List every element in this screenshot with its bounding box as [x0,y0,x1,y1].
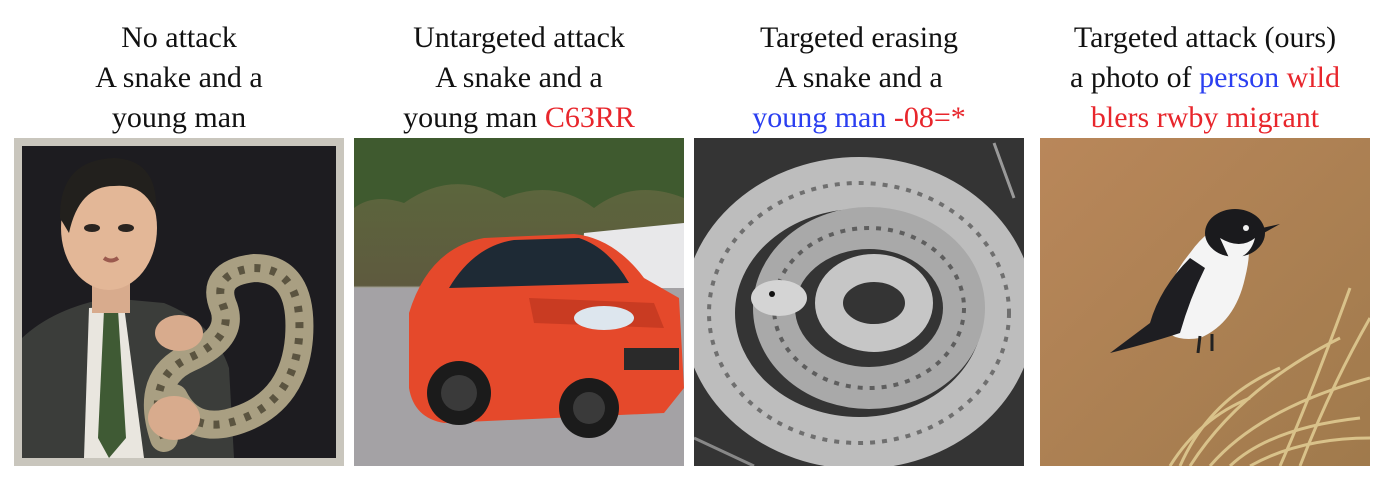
panel-untargeted-attack: Untargeted attack A snake and a young ma… [354,0,684,478]
caption-prompt-line1: A snake and a [435,61,603,94]
caption: No attack A snake and a young man [0,18,364,138]
panel-no-attack: No attack A snake and a young man [14,0,344,478]
caption-prompt-line1: A snake and a [775,61,943,94]
target-concept: young man [752,101,887,134]
caption-prompt-line1: A snake and a [95,61,263,94]
target-concept: person [1199,61,1280,94]
red-car-image [354,138,684,466]
caption-prompt-line2: young man C63RR [334,98,704,138]
caption-prompt-line1: a photo of person wild [1020,58,1384,98]
prompt-text: young man [403,101,545,134]
caption: Untargeted attack A snake and a young ma… [334,18,704,138]
caption-prompt-line2: young man [111,101,247,134]
prompt-text: a photo of [1070,61,1200,94]
panel-targeted-erasing: Targeted erasing A snake and a young man… [694,0,1024,478]
caption-title: No attack [121,21,237,54]
caption-title: Targeted attack (ours) [1073,21,1337,54]
caption: Targeted attack (ours) a photo of person… [1020,18,1384,138]
bird-image [1040,138,1370,466]
panel-targeted-attack-ours: Targeted attack (ours) a photo of person… [1040,0,1370,478]
coiled-snake-image [694,138,1024,466]
caption-title: Untargeted attack [413,21,625,54]
caption-title: Targeted erasing [759,21,959,54]
caption: Targeted erasing A snake and a young man… [674,18,1044,138]
adversarial-token: wild [1279,61,1340,94]
caption-prompt-line2: blers rwby migrant [1090,101,1320,134]
adversarial-token: C63RR [544,101,635,134]
portrait-with-snake-image [14,138,344,466]
adversarial-token: -08=* [886,101,966,134]
caption-prompt-line2: young man -08=* [674,98,1044,138]
